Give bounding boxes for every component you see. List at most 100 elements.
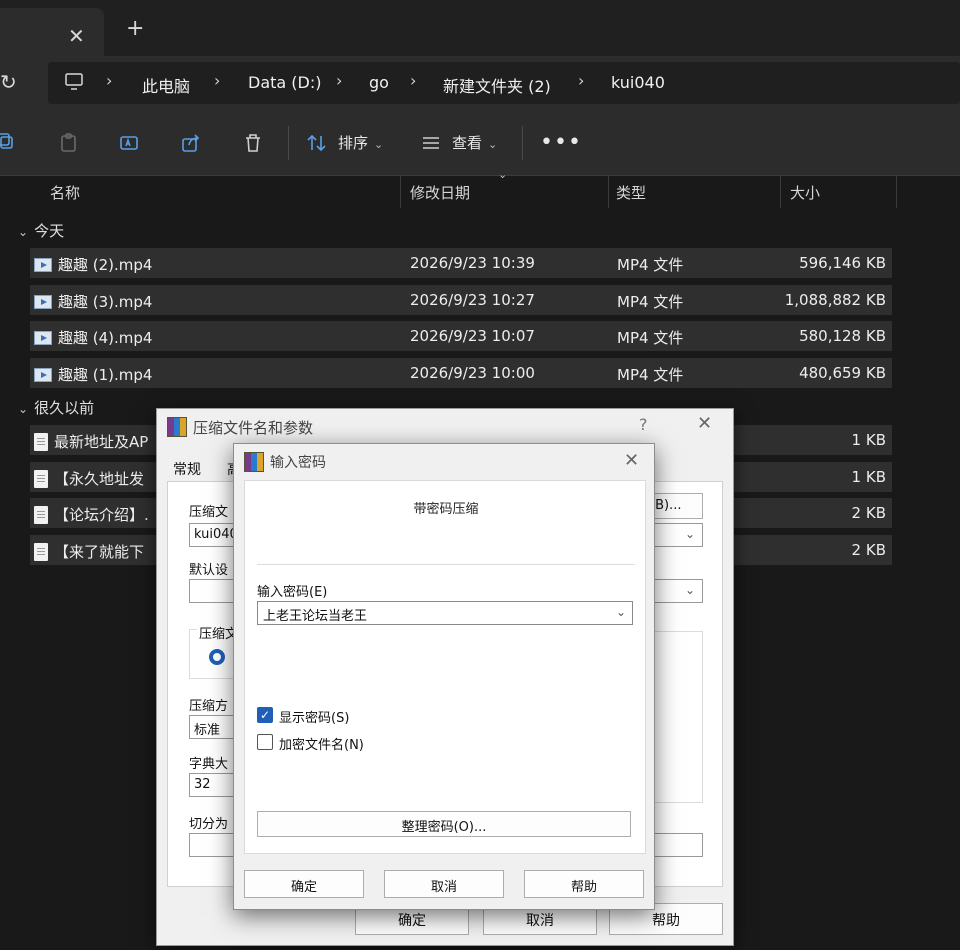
list-item[interactable]: 趣趣 (3).mp4 2026/9/23 10:27 MP4 文件 1,088,… <box>30 285 892 315</box>
dialog-caption: 带密码压缩 <box>413 502 479 517</box>
command-bar: 排序 ⌄ 查看 ⌄ ••• <box>0 110 960 176</box>
text-file-icon <box>34 432 48 451</box>
file-date: 2026/9/23 10:39 <box>410 254 535 272</box>
text-file-icon <box>34 542 48 561</box>
breadcrumb-new-folder[interactable]: 新建文件夹 (2) <box>443 73 551 97</box>
column-header-name[interactable]: 名称 <box>50 172 80 208</box>
chevron-down-icon[interactable]: ⌄ <box>685 583 695 597</box>
new-tab-icon[interactable]: + <box>126 16 144 41</box>
breadcrumb-separator: › <box>106 71 113 90</box>
file-name: 趣趣 (3).mp4 <box>58 293 153 311</box>
file-size: 2 KB <box>851 504 886 522</box>
file-type: MP4 文件 <box>617 329 684 347</box>
help-icon[interactable]: ? <box>639 415 648 434</box>
column-header-modified[interactable]: 修改日期 <box>410 172 470 208</box>
dialog-title: 输入密码 <box>270 455 326 471</box>
video-file-icon <box>34 367 52 382</box>
profile-label: 默认设 <box>189 563 229 578</box>
video-file-icon <box>34 294 52 309</box>
file-name: 【永久地址发 <box>54 470 145 488</box>
chevron-down-icon: ⌄ <box>18 225 29 239</box>
rename-icon[interactable] <box>118 132 140 154</box>
cancel-button[interactable]: 取消 <box>384 870 504 898</box>
tab-bar: ✕ + <box>0 0 960 56</box>
file-size: 480,659 KB <box>799 364 886 382</box>
paste-icon[interactable] <box>58 132 80 154</box>
show-password-checkbox[interactable]: ✓ <box>257 707 273 723</box>
chevron-down-icon[interactable]: ⌄ <box>616 605 626 619</box>
text-file-icon <box>34 469 48 488</box>
list-item[interactable]: 趣趣 (4).mp4 2026/9/23 10:07 MP4 文件 580,12… <box>30 321 892 351</box>
column-divider[interactable] <box>896 176 897 208</box>
explorer-tab[interactable]: ✕ <box>0 8 104 56</box>
file-date: 2026/9/23 10:00 <box>410 364 535 382</box>
video-file-icon <box>34 257 52 272</box>
copy-icon[interactable] <box>0 132 18 154</box>
dialog-body: 带密码压缩 输入密码(E) 上老王论坛当老王 ⌄ ✓ 显示密码(S) 加密文件名… <box>244 480 646 854</box>
computer-icon <box>65 73 83 90</box>
close-icon[interactable]: ✕ <box>624 450 639 471</box>
file-size: 1,088,882 KB <box>784 291 886 309</box>
breadcrumb-data-drive[interactable]: Data (D:) <box>248 73 321 92</box>
breadcrumb-this-pc[interactable]: 此电脑 <box>142 73 190 97</box>
breadcrumb-separator: › <box>578 71 585 90</box>
delete-icon[interactable] <box>242 132 264 154</box>
file-size: 1 KB <box>851 431 886 449</box>
group-header-long-ago[interactable]: ⌄ 很久以前 <box>18 397 94 418</box>
method-label: 压缩方 <box>189 699 229 714</box>
chevron-down-icon: ⌄ <box>488 138 498 151</box>
password-label: 输入密码(E) <box>257 585 328 600</box>
breadcrumb-go[interactable]: go <box>369 73 389 92</box>
tab-general[interactable]: 常规 <box>173 459 201 479</box>
encrypt-names-label[interactable]: 加密文件名(N) <box>279 734 364 753</box>
sort-button[interactable]: 排序 ⌄ <box>338 132 383 153</box>
sort-icon <box>307 134 326 152</box>
column-divider[interactable] <box>400 176 401 208</box>
address-bar: ↻ › 此电脑 › Data (D:) › go › 新建文件夹 (2) › k… <box>0 56 960 110</box>
winrar-icon <box>167 417 187 437</box>
format-radio[interactable] <box>209 649 225 665</box>
options-panel <box>647 631 703 803</box>
sort-indicator-icon: ⌄ <box>498 168 508 181</box>
dialog-title: 压缩文件名和参数 <box>193 419 314 437</box>
show-password-label[interactable]: 显示密码(S) <box>279 707 349 726</box>
close-tab-icon[interactable]: ✕ <box>68 24 85 48</box>
file-size: 596,146 KB <box>799 254 886 272</box>
file-type: MP4 文件 <box>617 293 684 311</box>
chevron-down-icon[interactable]: ⌄ <box>685 527 695 541</box>
encrypt-names-checkbox[interactable] <box>257 734 273 750</box>
split-label: 切分为 <box>189 817 229 832</box>
column-divider[interactable] <box>608 176 609 208</box>
chevron-down-icon: ⌄ <box>18 402 29 416</box>
column-divider[interactable] <box>780 176 781 208</box>
share-icon[interactable] <box>180 132 202 154</box>
ok-button[interactable]: 确定 <box>244 870 364 898</box>
breadcrumb-kui040[interactable]: kui040 <box>611 73 665 92</box>
file-name: 【论坛介绍】. <box>54 506 149 524</box>
toolbar-separator <box>288 126 289 160</box>
archive-name-label: 压缩文 <box>189 505 229 520</box>
refresh-icon[interactable]: ↻ <box>0 70 17 94</box>
breadcrumb-separator: › <box>336 71 343 90</box>
browse-button[interactable]: (B)... <box>647 493 703 519</box>
organize-passwords-button[interactable]: 整理密码(O)... <box>257 811 631 837</box>
help-button[interactable]: 帮助 <box>524 870 644 898</box>
close-icon[interactable]: ✕ <box>697 413 712 434</box>
file-type: MP4 文件 <box>617 256 684 274</box>
file-size: 2 KB <box>851 541 886 559</box>
file-name: 最新地址及AP <box>54 433 149 451</box>
column-header-size[interactable]: 大小 <box>790 172 820 208</box>
view-icon <box>423 137 439 149</box>
view-button[interactable]: 查看 ⌄ <box>452 132 497 153</box>
column-header-type[interactable]: 类型 <box>616 172 646 208</box>
dictionary-label: 字典大 <box>189 757 229 772</box>
password-input[interactable]: 上老王论坛当老王 ⌄ <box>257 601 633 625</box>
list-item[interactable]: 趣趣 (1).mp4 2026/9/23 10:00 MP4 文件 480,65… <box>30 358 892 388</box>
toolbar-separator <box>522 126 523 160</box>
sort-label: 排序 <box>338 134 369 152</box>
breadcrumb-separator: › <box>410 71 417 90</box>
group-label: 今天 <box>34 222 65 240</box>
more-options-icon[interactable]: ••• <box>540 130 582 155</box>
list-item[interactable]: 趣趣 (2).mp4 2026/9/23 10:39 MP4 文件 596,14… <box>30 248 892 278</box>
group-header-today[interactable]: ⌄ 今天 <box>18 220 64 241</box>
